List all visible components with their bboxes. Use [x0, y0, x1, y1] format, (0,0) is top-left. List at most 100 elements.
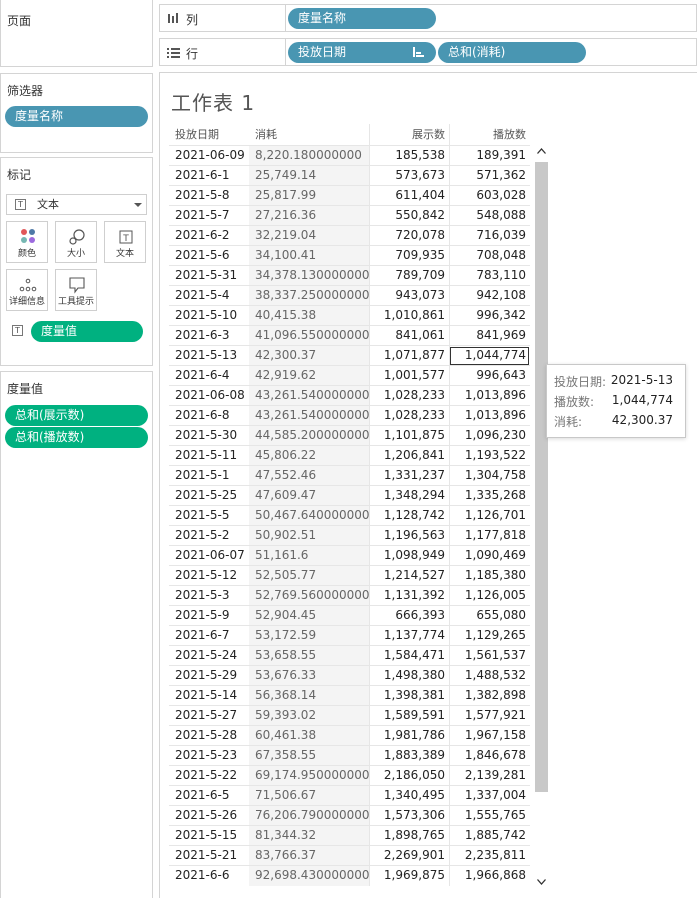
cell-impressions[interactable]: 2,186,050 [369, 766, 449, 786]
cell-cost[interactable]: 40,415.38 [249, 306, 369, 326]
table-row[interactable]: 2021-6-4 42,919.62 1,001,577 996,643 [169, 365, 530, 386]
cell-impressions[interactable]: 573,673 [369, 166, 449, 186]
table-row[interactable]: 2021-6-7 53,172.59 1,137,774 1,129,265 [169, 625, 530, 646]
table-row[interactable]: 2021-6-8 43,261.540000000 1,028,233 1,013,8… [169, 405, 530, 426]
cell-cost[interactable]: 34,378.130000000 [249, 266, 370, 286]
cell-impressions[interactable]: 1,883,389 [369, 746, 449, 766]
cell-date[interactable]: 2021-06-08 [175, 386, 255, 406]
table-row[interactable]: 2021-5-31 34,378.130000000 789,709 783,110 [169, 265, 530, 286]
table-row[interactable]: 2021-5-5 50,467.640000000 1,128,742 1,126,7… [169, 505, 530, 526]
table-row[interactable]: 2021-5-2 50,902.51 1,196,563 1,177,818 [169, 525, 530, 546]
cell-impressions[interactable]: 1,340,495 [369, 786, 449, 806]
table-row[interactable]: 2021-5-7 27,216.36 550,842 548,088 [169, 205, 530, 226]
table-row[interactable]: 2021-6-1 25,749.14 573,673 571,362 [169, 165, 530, 186]
cell-impressions[interactable]: 1,398,381 [369, 686, 449, 706]
cell-plays[interactable]: 1,382,898 [449, 686, 530, 706]
scrollbar-thumb[interactable] [535, 162, 548, 792]
table-row[interactable]: 2021-5-25 47,609.47 1,348,294 1,335,268 [169, 485, 530, 506]
cell-date[interactable]: 2021-5-4 [175, 286, 255, 306]
table-row[interactable]: 2021-5-30 44,585.200000000 1,101,875 1,096,… [169, 425, 530, 446]
cell-impressions[interactable]: 720,078 [369, 226, 449, 246]
cell-date[interactable]: 2021-6-5 [175, 786, 255, 806]
cell-cost[interactable]: 53,676.33 [249, 666, 369, 686]
cell-plays[interactable]: 716,039 [449, 226, 530, 246]
cell-date[interactable]: 2021-6-7 [175, 626, 255, 646]
table-row[interactable]: 2021-06-09 8,220.180000000 185,538 189,391 [169, 145, 530, 166]
cell-cost[interactable]: 25,749.14 [249, 166, 369, 186]
cell-plays[interactable]: 1,966,868 [449, 866, 530, 886]
cell-cost[interactable]: 53,658.55 [249, 646, 369, 666]
cell-plays[interactable]: 996,643 [449, 366, 530, 386]
cell-impressions[interactable]: 1,589,591 [369, 706, 449, 726]
table-row[interactable]: 2021-6-2 32,219.04 720,078 716,039 [169, 225, 530, 246]
cell-impressions[interactable]: 1,131,392 [369, 586, 449, 606]
cell-plays[interactable]: 1,126,701 [449, 506, 530, 526]
table-row[interactable]: 2021-5-4 38,337.250000000 943,073 942,108 [169, 285, 530, 306]
cell-cost[interactable]: 27,216.36 [249, 206, 369, 226]
table-row[interactable]: 2021-5-28 60,461.38 1,981,786 1,967,158 [169, 725, 530, 746]
cell-impressions[interactable]: 943,073 [369, 286, 449, 306]
cell-cost[interactable]: 8,220.180000000 [249, 146, 369, 166]
cell-plays[interactable]: 1,096,230 [449, 426, 530, 446]
table-row[interactable]: 2021-5-24 53,658.55 1,584,471 1,561,537 [169, 645, 530, 666]
cell-impressions[interactable]: 1,001,577 [369, 366, 449, 386]
cell-impressions[interactable]: 1,128,742 [369, 506, 449, 526]
cell-impressions[interactable]: 1,028,233 [369, 406, 449, 426]
cell-plays[interactable]: 1,846,678 [449, 746, 530, 766]
cell-impressions[interactable]: 1,214,527 [369, 566, 449, 586]
cell-plays[interactable]: 1,126,005 [449, 586, 530, 606]
table-row[interactable]: 2021-5-9 52,904.45 666,393 655,080 [169, 605, 530, 626]
table-row[interactable]: 2021-5-27 59,393.02 1,589,591 1,577,921 [169, 705, 530, 726]
scroll-down-icon[interactable] [537, 879, 546, 885]
table-row[interactable]: 2021-6-6 92,698.430000000 1,969,875 1,966,8… [169, 865, 530, 886]
cell-plays[interactable]: 1,304,758 [449, 466, 530, 486]
cell-plays[interactable]: 996,342 [449, 306, 530, 326]
cell-plays[interactable]: 1,555,765 [449, 806, 530, 826]
table-row[interactable]: 2021-5-12 52,505.77 1,214,527 1,185,380 [169, 565, 530, 586]
table-row[interactable]: 2021-5-14 56,368.14 1,398,381 1,382,898 [169, 685, 530, 706]
cell-impressions[interactable]: 550,842 [369, 206, 449, 226]
cell-cost[interactable]: 44,585.200000000 [249, 426, 370, 446]
cell-plays[interactable]: 942,108 [449, 286, 530, 306]
cell-cost[interactable]: 83,766.37 [249, 846, 369, 866]
cell-cost[interactable]: 59,393.02 [249, 706, 369, 726]
cell-plays[interactable]: 2,139,281 [449, 766, 530, 786]
cell-impressions[interactable]: 611,404 [369, 186, 449, 206]
cell-cost[interactable]: 69,174.950000000 [249, 766, 370, 786]
cell-date[interactable]: 2021-5-31 [175, 266, 255, 286]
cell-impressions[interactable]: 1,098,949 [369, 546, 449, 566]
cell-impressions[interactable]: 1,584,471 [369, 646, 449, 666]
cell-plays[interactable]: 189,391 [449, 146, 530, 166]
cell-date[interactable]: 2021-06-09 [175, 146, 255, 166]
cell-impressions[interactable]: 1,071,877 [369, 346, 449, 366]
cell-date[interactable]: 2021-5-12 [175, 566, 255, 586]
cell-impressions[interactable]: 841,061 [369, 326, 449, 346]
cell-plays[interactable]: 1,337,004 [449, 786, 530, 806]
table-row[interactable]: 2021-06-07 51,161.6 1,098,949 1,090,469 [169, 545, 530, 566]
cell-date[interactable]: 2021-6-8 [175, 406, 255, 426]
cell-plays[interactable]: 1,013,896 [449, 386, 530, 406]
columns-pill-measure-names[interactable]: 度量名称 [288, 8, 436, 29]
cell-date[interactable]: 2021-5-21 [175, 846, 255, 866]
cell-plays[interactable]: 603,028 [449, 186, 530, 206]
table-row[interactable]: 2021-5-11 45,806.22 1,206,841 1,193,522 [169, 445, 530, 466]
table-row[interactable]: 2021-6-5 71,506.67 1,340,495 1,337,004 [169, 785, 530, 806]
size-card[interactable]: 大小 [55, 221, 97, 263]
cell-impressions[interactable]: 1,101,875 [369, 426, 449, 446]
cell-cost[interactable]: 50,902.51 [249, 526, 369, 546]
cell-cost[interactable]: 25,817.99 [249, 186, 369, 206]
detail-card[interactable]: 详细信息 [6, 269, 48, 311]
color-card[interactable]: 颜色 [6, 221, 48, 263]
cell-cost[interactable]: 42,919.62 [249, 366, 369, 386]
cell-date[interactable]: 2021-6-1 [175, 166, 255, 186]
cell-cost[interactable]: 47,552.46 [249, 466, 369, 486]
table-row[interactable]: 2021-5-22 69,174.950000000 2,186,050 2,139,… [169, 765, 530, 786]
filter-pill-measure-names[interactable]: 度量名称 [5, 106, 148, 127]
vertical-scrollbar[interactable] [533, 144, 550, 892]
cell-plays[interactable]: 1,129,265 [449, 626, 530, 646]
cell-impressions[interactable]: 1,010,861 [369, 306, 449, 326]
cell-date[interactable]: 2021-5-9 [175, 606, 255, 626]
cell-impressions[interactable]: 1,348,294 [369, 486, 449, 506]
cell-plays[interactable]: 548,088 [449, 206, 530, 226]
cell-date[interactable]: 2021-5-30 [175, 426, 255, 446]
